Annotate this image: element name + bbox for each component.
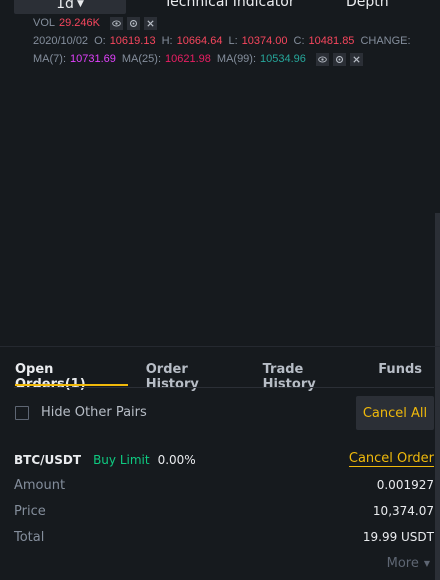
caret-down-icon: ▼ [76,0,84,9]
price-row: Price 10,374.07 [14,504,434,519]
cancel-all-button[interactable]: Cancel All [356,396,434,430]
vol-label: VOL [33,17,56,29]
section-divider [0,346,440,347]
close-icon[interactable] [349,52,363,66]
tab-trade-history[interactable]: Trade History [263,360,361,392]
low-value: 10374.00 [241,35,288,47]
order-filled: 0.00% [157,453,196,467]
ma99-label: MA(99): [216,53,257,65]
more-label: More [386,556,419,571]
tab-funds[interactable]: Funds [378,360,422,388]
settings-icon[interactable] [127,16,140,30]
ma7-value: 10731.69 [70,53,116,65]
order-side: Buy Limit [93,453,150,467]
hide-other-pairs-label: Hide Other Pairs [41,405,147,420]
eye-icon[interactable] [110,16,123,30]
tab-open-orders[interactable]: Open Orders(1) [15,360,128,392]
technical-indicator-link[interactable]: Technical Indicator [164,0,295,10]
eye-icon[interactable] [315,52,329,66]
close-label: C: [293,35,305,47]
orders-tabs: Open Orders(1) Order History Trade Histo… [15,360,440,392]
order-pair: BTC/USDT [14,453,82,467]
total-value: 19.99 USDT [362,530,434,544]
total-row: Total 19.99 USDT [14,530,434,545]
caret-down-icon: ▼ [423,559,430,568]
timeframe-label: 1d [56,0,74,12]
ohlc-row: 2020/10/02 O: 10619.13 H: 10664.64 L: 10… [33,32,415,50]
tab-order-history[interactable]: Order History [146,360,245,392]
price-value: 10,374.07 [372,504,434,518]
ma25-value: 10621.98 [165,53,211,65]
hide-other-pairs-checkbox[interactable] [15,405,29,420]
amount-value: 0.001927 [376,478,434,492]
depth-link[interactable]: Depth [346,0,389,10]
chart-info-panel: VOL 29.246K 2020/10/02 O: 10619.13 H: 10… [33,14,415,68]
timeframe-dropdown[interactable]: 1d ▼ [14,0,126,14]
amount-row: Amount 0.001927 [14,478,434,493]
high-label: H: [161,35,173,47]
ma-row: MA(7): 10731.69 MA(25): 10621.98 MA(99):… [33,50,415,68]
more-button[interactable]: More ▼ [387,556,430,571]
ma25-label: MA(25): [121,53,162,65]
high-value: 10664.64 [176,35,223,47]
cancel-order-button[interactable]: Cancel Order [348,451,434,467]
close-value: 10481.85 [308,35,355,47]
vol-value: 29.246K [59,17,100,29]
volume-row: VOL 29.246K [33,14,415,32]
tabs-divider [14,387,434,388]
scrollbar-thumb[interactable] [435,213,440,580]
order-header: BTC/USDT Buy Limit 0.00% [14,453,196,467]
amount-label: Amount [14,478,66,493]
total-label: Total [14,530,45,545]
ma7-label: MA(7): [33,53,66,65]
ma99-value: 10534.96 [260,53,306,65]
hide-other-pairs-toggle[interactable]: Hide Other Pairs [15,405,147,420]
open-value: 10619.13 [109,35,156,47]
candle-date: 2020/10/02 [33,35,89,47]
low-label: L: [228,35,238,47]
settings-icon[interactable] [332,52,346,66]
close-icon[interactable] [144,16,157,30]
price-label: Price [14,504,46,519]
change-label: CHANGE: [360,35,411,47]
open-label: O: [94,35,106,47]
chart-toolbar: 1d ▼ Technical Indicator Depth [0,0,440,14]
